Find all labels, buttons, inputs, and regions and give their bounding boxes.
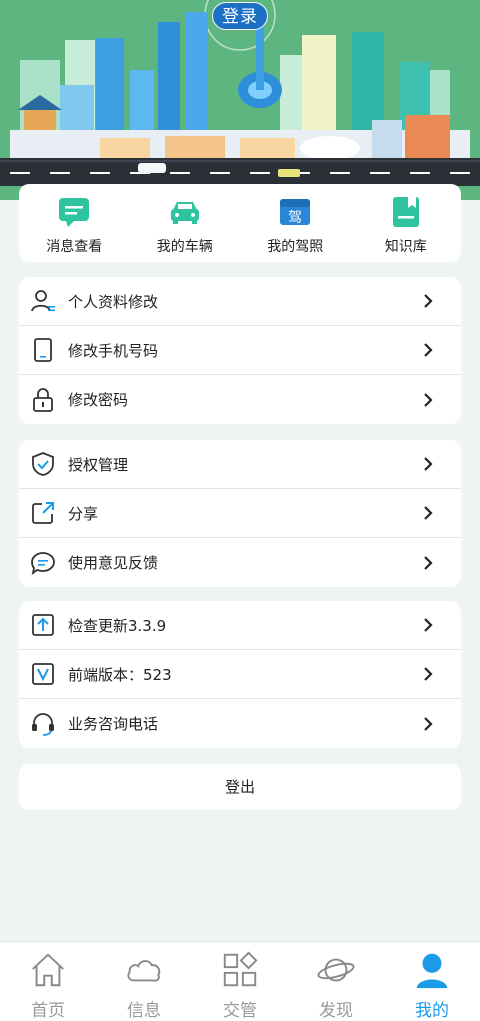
tab-discover[interactable]: 发现: [288, 942, 384, 1021]
cloud-icon: [127, 960, 161, 982]
tab-mine[interactable]: 我的: [384, 942, 480, 1021]
settings-group-general: 授权管理 分享 使用意见反馈: [19, 440, 461, 587]
quick-item-messages[interactable]: 消息查看: [19, 184, 130, 262]
chevron-right-icon: [424, 555, 433, 570]
update-icon: [30, 612, 56, 638]
chevron-right-icon: [424, 716, 433, 731]
menu-item-authorization[interactable]: 授权管理: [19, 440, 461, 489]
settings-group-about: 检查更新3.3.9 前端版本：523 业务咨询电话: [19, 601, 461, 748]
quick-item-vehicles[interactable]: 我的车辆: [130, 184, 241, 262]
profile-icon: [30, 288, 56, 314]
message-icon: [59, 198, 90, 227]
tab-traffic[interactable]: 交管: [192, 942, 288, 1021]
menu-item-label: 分享: [68, 504, 99, 523]
menu-item-check-update[interactable]: 检查更新3.3.9: [19, 601, 461, 650]
car-icon: [170, 202, 199, 224]
login-button[interactable]: 登录: [212, 2, 268, 30]
license-icon: 驾: [280, 199, 311, 226]
menu-item-frontend-version[interactable]: 前端版本：523: [19, 650, 461, 699]
quick-item-label: 我的驾照: [267, 239, 324, 255]
menu-item-label: 使用意见反馈: [68, 554, 159, 572]
menu-item-label: 检查更新3.3.9: [68, 616, 167, 635]
grid-icon: [223, 951, 258, 987]
tab-home[interactable]: 首页: [0, 942, 96, 1021]
chevron-right-icon: [424, 618, 433, 632]
menu-item-label: 业务咨询电话: [68, 715, 159, 733]
home-icon: [32, 953, 64, 987]
chevron-right-icon: [424, 667, 433, 681]
chevron-right-icon: [424, 506, 433, 520]
menu-item-label: 个人资料修改: [68, 292, 159, 311]
book-icon: [392, 197, 419, 227]
feedback-icon: [30, 550, 56, 576]
logout-button[interactable]: 登出: [19, 764, 461, 810]
share-icon: [30, 500, 56, 526]
menu-item-label: 修改密码: [68, 391, 129, 409]
chevron-right-icon: [424, 343, 433, 357]
quick-item-label: 我的车辆: [156, 239, 213, 255]
headset-icon: [30, 711, 56, 737]
quick-item-knowledge[interactable]: 知识库: [351, 184, 462, 262]
settings-group-account: 个人资料修改 修改手机号码 修改密码: [19, 277, 461, 424]
user-icon: [416, 953, 448, 989]
header-banner: 登录: [0, 0, 480, 200]
menu-item-label: 修改手机号码: [68, 341, 159, 360]
chevron-right-icon: [424, 392, 433, 407]
quick-menu: 消息查看 我的车辆 驾 我的驾照 知识库: [19, 184, 461, 262]
menu-item-hotline[interactable]: 业务咨询电话: [19, 699, 461, 748]
tab-label: 信息: [127, 1001, 161, 1021]
menu-item-share[interactable]: 分享: [19, 489, 461, 538]
tab-label: 首页: [31, 1001, 65, 1021]
tab-label: 我的: [415, 1001, 449, 1021]
tab-info[interactable]: 信息: [96, 942, 192, 1021]
menu-item-change-password[interactable]: 修改密码: [19, 375, 461, 424]
chevron-right-icon: [424, 294, 433, 308]
shield-icon: [30, 451, 56, 477]
tab-label: 发现: [319, 1001, 353, 1021]
menu-item-change-phone[interactable]: 修改手机号码: [19, 326, 461, 375]
quick-item-license[interactable]: 驾 我的驾照: [240, 184, 351, 262]
planet-icon: [317, 958, 355, 982]
quick-item-label: 消息查看: [46, 239, 103, 255]
svg-text:驾: 驾: [288, 210, 302, 226]
chevron-right-icon: [424, 457, 433, 471]
menu-item-edit-profile[interactable]: 个人资料修改: [19, 277, 461, 326]
lock-icon: [30, 387, 56, 413]
bottom-tab-bar: 首页 信息 交管 发现 我的: [0, 941, 480, 1021]
menu-item-label: 授权管理: [68, 455, 129, 474]
version-icon: [30, 661, 56, 687]
tab-label: 交管: [223, 1001, 257, 1021]
phone-icon: [30, 337, 56, 363]
menu-item-label: 前端版本：523: [68, 665, 172, 684]
menu-item-feedback[interactable]: 使用意见反馈: [19, 538, 461, 587]
quick-item-label: 知识库: [384, 239, 427, 255]
